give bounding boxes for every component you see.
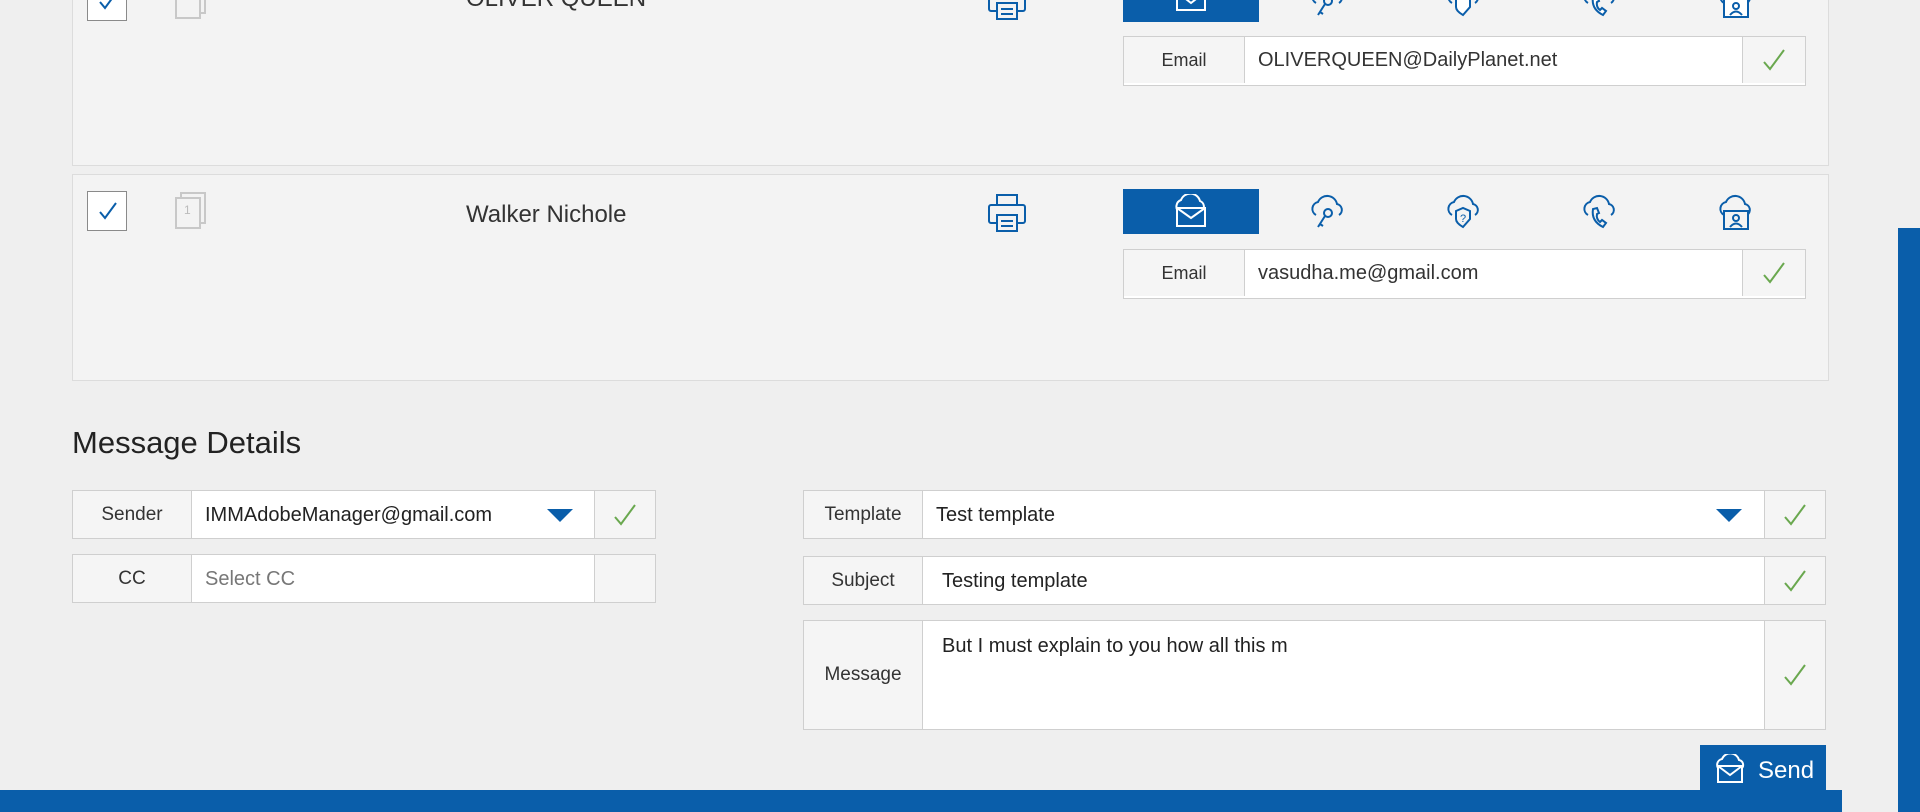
cloud-user-icon: [1719, 194, 1751, 230]
valid-check-icon: [1764, 557, 1825, 604]
template-select[interactable]: Test template: [936, 504, 1055, 527]
email-label: Email: [1124, 250, 1245, 296]
printer-icon[interactable]: [985, 0, 1029, 23]
page-count: 1: [184, 203, 191, 217]
message-textarea[interactable]: But I must explain to you how all this m: [942, 635, 1288, 658]
email-value[interactable]: vasudha.me@gmail.com: [1258, 250, 1478, 296]
cloud-phone-icon: [1583, 194, 1615, 228]
cloud-user-icon: [1720, 0, 1751, 18]
printer-icon[interactable]: [985, 191, 1029, 235]
channel-key-button[interactable]: [1259, 0, 1395, 22]
send-label: Send: [1758, 757, 1815, 784]
email-icon: [1175, 193, 1206, 227]
sender-label: Sender: [73, 491, 192, 538]
sender-field: Sender IMMAdobeManager@gmail.com: [72, 490, 656, 539]
cloud-question-icon: [1448, 0, 1479, 16]
recipient-card: 1 Walker Nichole ? Email vasudha.me@gmai…: [72, 174, 1829, 381]
cloud-question-icon: ?: [1447, 194, 1479, 228]
subject-label: Subject: [804, 557, 923, 604]
valid-check-icon: [1742, 37, 1805, 83]
svg-text:?: ?: [1460, 213, 1466, 225]
recipient-email-row: Email OLIVERQUEEN@DailyPlanet.net: [1123, 36, 1806, 86]
channel-email-button[interactable]: [1123, 0, 1259, 22]
recipient-checkbox[interactable]: [87, 191, 127, 231]
template-field: Template Test template: [803, 490, 1826, 539]
sender-select[interactable]: IMMAdobeManager@gmail.com: [205, 504, 492, 527]
valid-check-icon: [1764, 491, 1825, 538]
message-details-title: Message Details: [72, 425, 302, 460]
chevron-down-icon[interactable]: [547, 509, 573, 522]
recipient-checkbox[interactable]: [87, 0, 127, 21]
channel-user-button[interactable]: [1667, 0, 1803, 22]
message-field: Message But I must explain to you how al…: [803, 620, 1826, 730]
cc-label: CC: [73, 555, 192, 602]
channel-user-button[interactable]: [1667, 191, 1803, 234]
cc-status-cell: [594, 555, 655, 602]
recipient-email-row: Email vasudha.me@gmail.com: [1123, 249, 1806, 299]
subject-field: Subject Testing template: [803, 556, 1826, 605]
subject-input[interactable]: Testing template: [942, 570, 1088, 593]
recipient-name: Walker Nichole: [466, 201, 627, 228]
channel-phone-button[interactable]: [1531, 191, 1667, 234]
document-icon: [175, 0, 206, 19]
template-label: Template: [804, 491, 923, 538]
cloud-key-icon: [1311, 194, 1343, 228]
cloud-key-icon: [1312, 0, 1343, 16]
cloud-phone-icon: [1584, 0, 1615, 16]
channel-question-button[interactable]: [1395, 0, 1531, 22]
cc-field: CC Select CC: [72, 554, 656, 603]
recipient-name: OLIVER QUEEN: [466, 0, 646, 11]
channel-question-button[interactable]: ?: [1395, 191, 1531, 234]
email-icon: [1716, 754, 1745, 783]
valid-check-icon: [594, 491, 655, 538]
channel-key-button[interactable]: [1259, 191, 1395, 234]
cc-input[interactable]: Select CC: [205, 568, 295, 591]
channel-phone-button[interactable]: [1531, 0, 1667, 22]
footer-bar: [0, 790, 1842, 812]
message-label: Message: [804, 621, 923, 729]
scrollbar-thumb[interactable]: [1898, 228, 1920, 812]
recipient-card: OLIVER QUEEN Email OLIVERQUEEN@DailyPlan…: [72, 0, 1829, 166]
email-label: Email: [1124, 37, 1245, 83]
valid-check-icon: [1764, 621, 1825, 729]
send-button[interactable]: Send: [1700, 745, 1826, 795]
document-icon: 1: [173, 191, 209, 231]
valid-check-icon: [1742, 250, 1805, 296]
email-value[interactable]: OLIVERQUEEN@DailyPlanet.net: [1258, 37, 1557, 83]
chevron-down-icon[interactable]: [1716, 509, 1742, 522]
channel-email-button[interactable]: [1123, 189, 1259, 234]
